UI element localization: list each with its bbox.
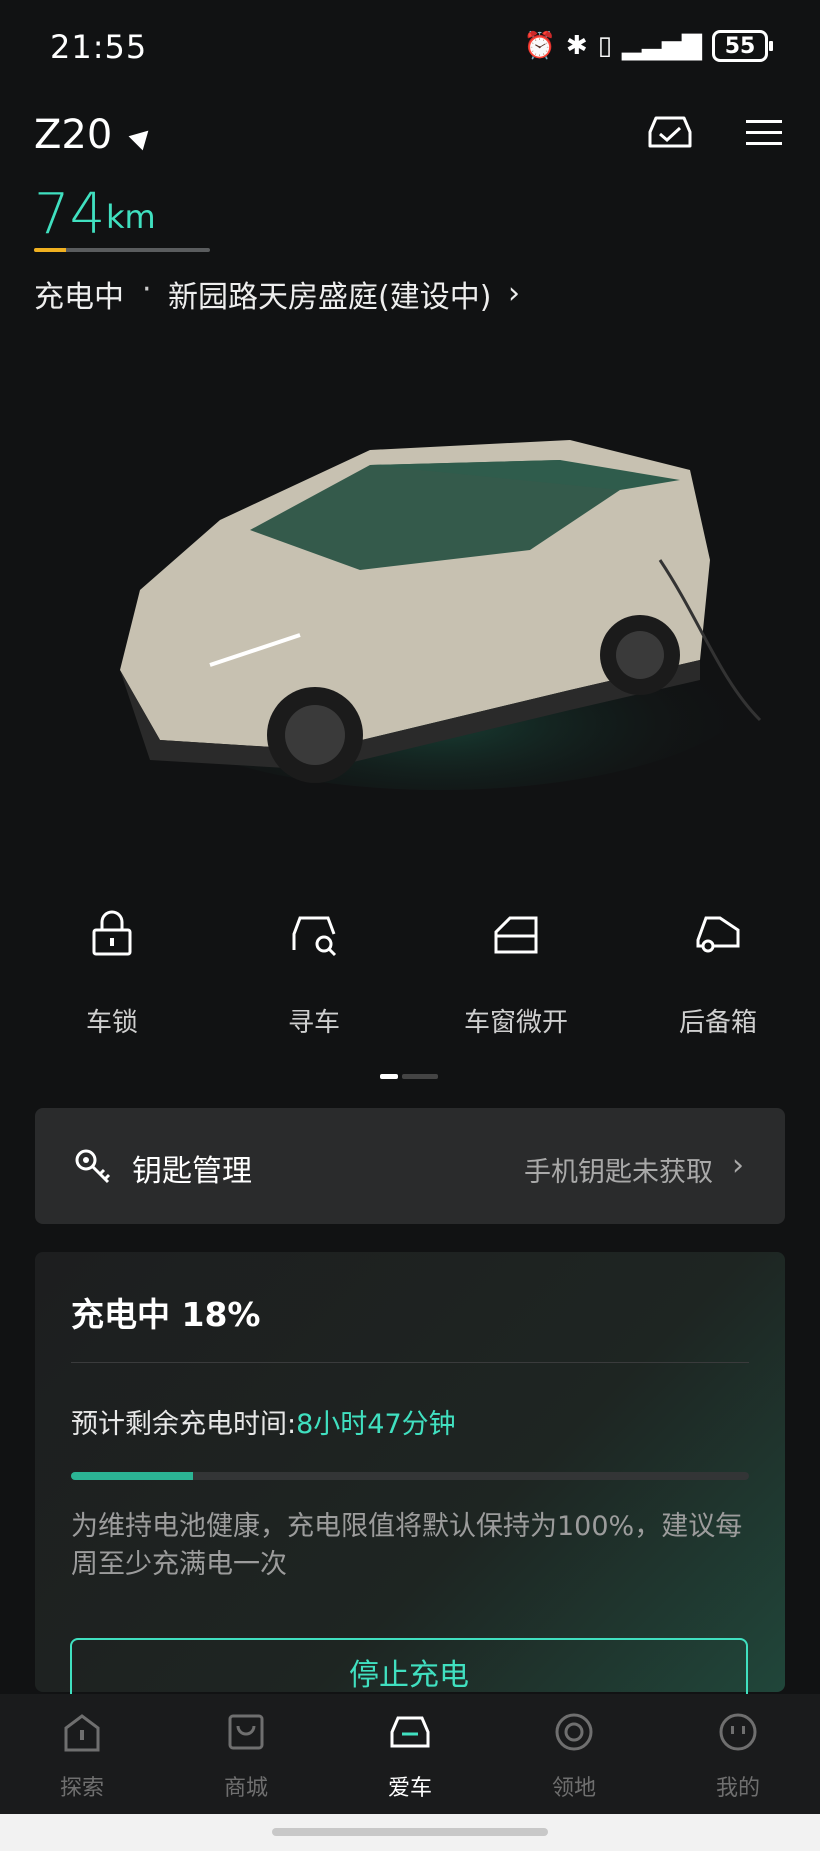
nav-car[interactable]: 爱车	[360, 1710, 460, 1802]
charging-progress-bar	[71, 1472, 749, 1480]
nav-car-label: 爱车	[387, 1776, 432, 1801]
profile-icon	[719, 1713, 757, 1751]
window-label: 车窗微开	[463, 1008, 568, 1038]
bluetooth-icon: ✱	[565, 31, 588, 61]
car-status-icon[interactable]	[646, 112, 694, 152]
signal-icon: ▂▃▅▇	[622, 31, 702, 61]
car-image	[120, 440, 762, 790]
window-icon	[494, 916, 538, 954]
key-icon	[75, 1149, 111, 1184]
key-status: 手机钥匙未获取	[524, 1157, 713, 1188]
battery-indicator: 55	[712, 30, 773, 62]
page-indicator	[380, 1074, 438, 1079]
home-indicator[interactable]	[272, 1828, 548, 1836]
range-bar	[34, 248, 210, 252]
nav-territory[interactable]: 领地	[524, 1710, 624, 1802]
status-time: 21:55	[50, 28, 148, 66]
trunk-icon	[696, 916, 740, 953]
nav-shop-label: 商城	[223, 1776, 268, 1801]
nav-explore-label: 探索	[59, 1776, 104, 1801]
charging-title: 充电中 18%	[71, 1295, 261, 1334]
chevron-right-icon: ›	[732, 1148, 744, 1183]
range-bar-fill	[34, 248, 66, 252]
window-action[interactable]: 车窗微开	[446, 910, 586, 1039]
nav-territory-label: 领地	[551, 1776, 596, 1801]
find-car-action[interactable]: 寻车	[244, 910, 384, 1039]
menu-icon[interactable]	[746, 118, 782, 148]
dropdown-arrow-icon[interactable]	[128, 123, 156, 151]
trunk-action[interactable]: 后备箱	[648, 910, 788, 1039]
charge-status: 充电中	[34, 280, 124, 315]
find-car-icon	[292, 916, 337, 957]
divider	[71, 1362, 749, 1363]
remaining-label: 预计剩余充电时间:	[71, 1409, 297, 1440]
range-value: 74	[34, 182, 106, 247]
charging-progress-fill	[71, 1472, 194, 1480]
car-model-selector[interactable]: Z20	[34, 112, 112, 158]
lock-action[interactable]: 车锁	[42, 910, 182, 1039]
car-icon	[390, 1716, 430, 1748]
lock-label: 车锁	[85, 1008, 138, 1038]
trunk-label: 后备箱	[678, 1008, 757, 1038]
alarm-icon: ⏰	[523, 31, 556, 61]
chevron-right-icon[interactable]: ›	[508, 276, 520, 311]
separator: ·	[142, 272, 152, 307]
battery-health-note: 为维持电池健康，充电限值将默认保持为100%，建议每周至少充满电一次	[71, 1511, 743, 1580]
nav-profile-label: 我的	[715, 1776, 760, 1801]
charging-location[interactable]: 新园路天房盛庭(建设中)	[168, 272, 491, 316]
remaining-value: 8小时47分钟	[296, 1409, 456, 1440]
shop-icon	[228, 1714, 264, 1750]
find-car-label: 寻车	[287, 1008, 340, 1038]
status-icons: ⏰ ✱ ▯ ▂▃▅▇ 55	[523, 30, 773, 62]
vibrate-icon: ▯	[597, 31, 613, 61]
lock-icon	[92, 910, 132, 956]
explore-icon	[64, 1714, 100, 1752]
range-unit: km	[106, 198, 156, 236]
nav-explore[interactable]: 探索	[32, 1710, 132, 1802]
territory-icon	[555, 1713, 593, 1751]
nav-profile[interactable]: 我的	[688, 1710, 788, 1802]
nav-shop[interactable]: 商城	[196, 1710, 296, 1802]
remaining-time: 预计剩余充电时间:8小时47分钟	[71, 1402, 456, 1441]
key-management-title: 钥匙管理	[132, 1154, 252, 1189]
